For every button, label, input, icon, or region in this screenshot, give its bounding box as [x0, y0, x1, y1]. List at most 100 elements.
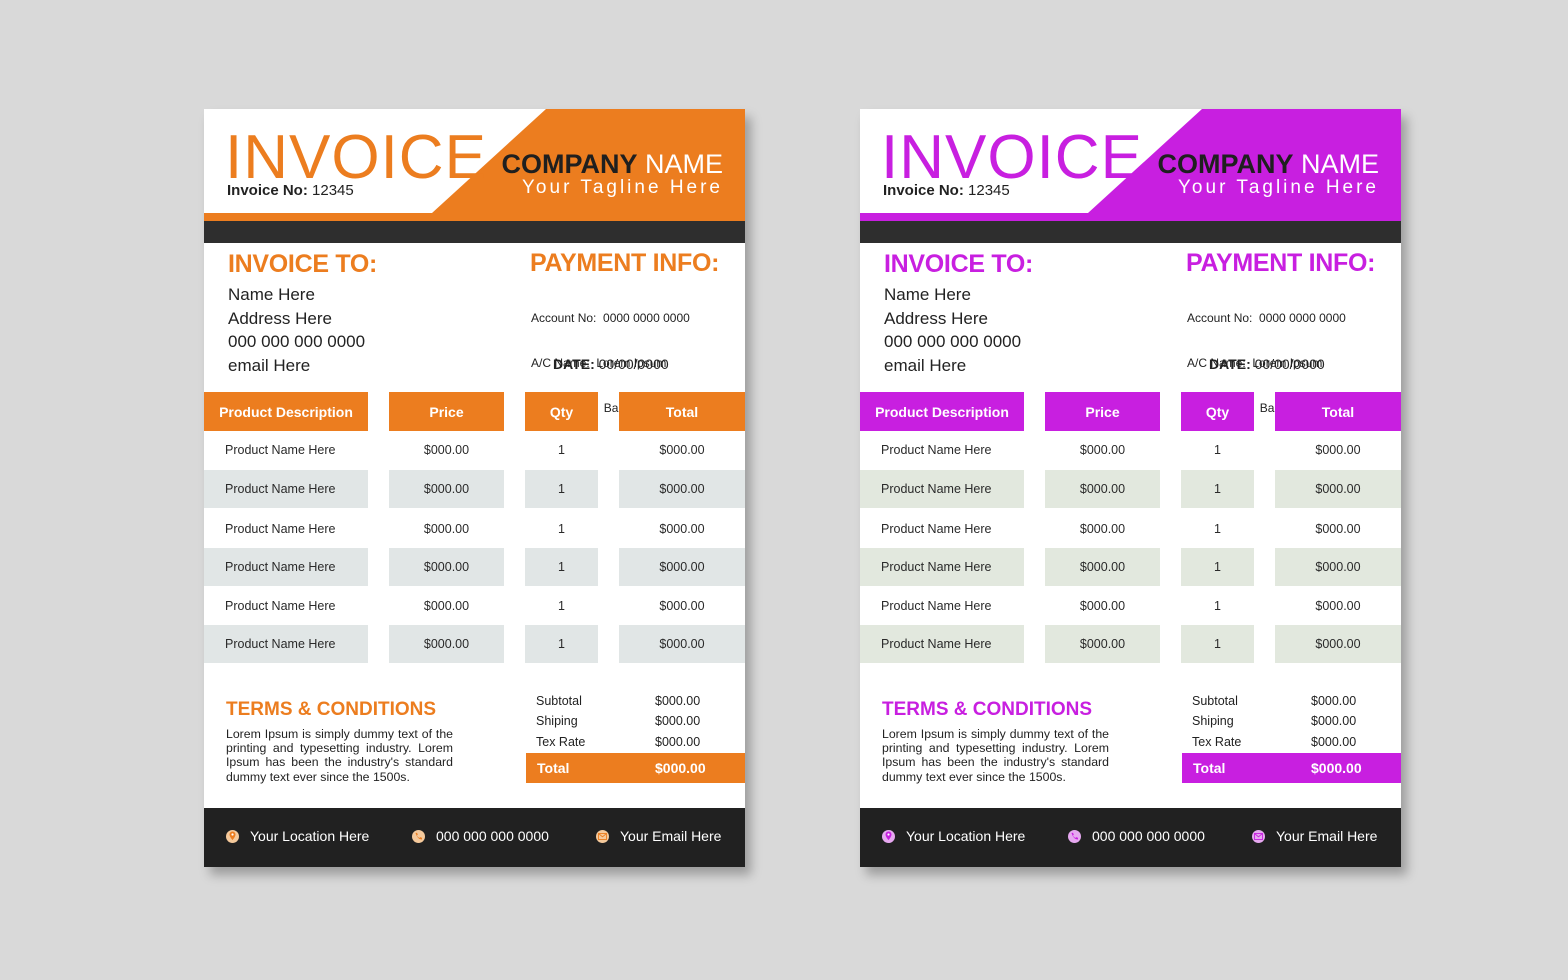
- total-cell: $000.00: [659, 599, 705, 613]
- footer-email-text: Your Email Here: [620, 828, 722, 844]
- total-cell: $000.00: [1275, 548, 1401, 586]
- contact-footer: Your Location Here 000 000 000 0000 Your…: [860, 808, 1401, 867]
- subtotal-value: $000.00: [655, 694, 701, 708]
- invoice-number-label: Invoice No:: [883, 182, 964, 199]
- price-cell: $000.00: [1045, 548, 1160, 586]
- column-header-description: Product Description: [860, 392, 1024, 431]
- client-name: Name Here: [884, 285, 971, 304]
- total-cell: $000.00: [619, 625, 745, 663]
- footer-phone-text: 000 000 000 0000: [1092, 828, 1205, 844]
- total-cell: $000.00: [659, 443, 705, 457]
- total-cell: $000.00: [1315, 443, 1361, 457]
- contact-footer: Your Location Here 000 000 000 0000 Your…: [204, 808, 745, 867]
- grand-total-bar: Total $000.00: [526, 753, 745, 783]
- client-name: Name Here: [228, 285, 315, 304]
- product-name-cell: Product Name Here: [860, 625, 1024, 663]
- company-tagline: Your Tagline Here: [1178, 177, 1379, 198]
- product-name-cell: Product Name Here: [881, 599, 992, 613]
- total-cell: $000.00: [1275, 625, 1401, 663]
- product-name-cell: Product Name Here: [881, 443, 992, 457]
- product-name-cell: Product Name Here: [225, 443, 336, 457]
- invoice-card-orange: INVOICE Invoice No: 12345 COMPANY NAME Y…: [204, 109, 745, 867]
- qty-cell: 1: [558, 443, 565, 457]
- qty-cell: 1: [1214, 443, 1221, 457]
- tax-label: Tex Rate: [536, 735, 586, 749]
- shipping-value: $000.00: [655, 714, 701, 728]
- invoice-card-purple: INVOICE Invoice No: 12345 COMPANY NAME Y…: [860, 109, 1401, 867]
- footer-phone-text: 000 000 000 0000: [436, 828, 549, 844]
- account-number: Account No: 0000 0000 0000: [1187, 311, 1346, 325]
- total-cell: $000.00: [1315, 599, 1361, 613]
- invoice-to-title: INVOICE TO:: [228, 250, 378, 278]
- product-name-cell: Product Name Here: [881, 522, 992, 536]
- header-dark-band: [860, 221, 1401, 243]
- footer-email: Your Email Here: [1252, 828, 1377, 844]
- footer-location-text: Your Location Here: [250, 828, 370, 844]
- qty-cell: 1: [525, 548, 598, 586]
- qty-cell: 1: [1181, 470, 1254, 508]
- price-cell: $000.00: [389, 625, 504, 663]
- price-cell: $000.00: [389, 470, 504, 508]
- date-value: 00/00/0000: [1254, 356, 1325, 372]
- price-cell: $000.00: [423, 443, 470, 457]
- payment-info-title: PAYMENT INFO:: [1186, 249, 1376, 277]
- date-label: DATE:: [553, 356, 595, 372]
- qty-cell: 1: [525, 625, 598, 663]
- price-cell: $000.00: [423, 599, 470, 613]
- company-tagline: Your Tagline Here: [522, 177, 723, 198]
- invoice-number: Invoice No: 12345: [883, 182, 1010, 199]
- tax-value: $000.00: [655, 735, 701, 749]
- price-cell: $000.00: [1079, 522, 1126, 536]
- price-cell: $000.00: [1079, 599, 1126, 613]
- date-value: 00/00/0000: [598, 356, 669, 372]
- tax-value: $000.00: [1311, 735, 1357, 749]
- invoice-number-value: 12345: [968, 182, 1010, 199]
- invoice-number-label: Invoice No:: [227, 182, 308, 199]
- invoice-to-details: Name Here Address Here 000 000 000 0000 …: [228, 283, 365, 377]
- column-header-description: Product Description: [204, 392, 368, 431]
- total-cell: $000.00: [1275, 470, 1401, 508]
- qty-cell: 1: [1214, 522, 1221, 536]
- company-name-light: NAME: [1300, 149, 1379, 179]
- phone-icon: [1068, 829, 1081, 843]
- total-cell: $000.00: [619, 470, 745, 508]
- qty-cell: 1: [558, 522, 565, 536]
- qty-cell: 1: [1181, 625, 1254, 663]
- grand-total-value: $000.00: [655, 760, 706, 776]
- grand-total-label: Total: [537, 760, 570, 776]
- subtotal-label: Subtotal: [536, 694, 582, 708]
- price-cell: $000.00: [1045, 625, 1160, 663]
- qty-cell: 1: [1214, 599, 1221, 613]
- invoice-to-details: Name Here Address Here 000 000 000 0000 …: [884, 283, 1021, 377]
- company-name: COMPANY NAME: [501, 149, 723, 179]
- email-icon: [596, 829, 609, 843]
- client-phone: 000 000 000 0000: [884, 332, 1022, 351]
- shipping-value: $000.00: [1311, 714, 1357, 728]
- qty-cell: 1: [558, 599, 565, 613]
- column-header-price: Price: [1045, 392, 1160, 431]
- tax-label: Tex Rate: [1192, 735, 1242, 749]
- subtotal-value: $000.00: [1311, 694, 1357, 708]
- total-cell: $000.00: [659, 522, 705, 536]
- subtotal-label: Subtotal: [1192, 694, 1238, 708]
- payment-info-title: PAYMENT INFO:: [530, 249, 720, 277]
- footer-email: Your Email Here: [596, 828, 721, 844]
- column-header-price: Price: [389, 392, 504, 431]
- qty-cell: 1: [525, 470, 598, 508]
- grand-total-label: Total: [1193, 760, 1226, 776]
- account-number: Account No: 0000 0000 0000: [531, 311, 690, 325]
- terms-title: TERMS & CONDITIONS: [882, 699, 1093, 720]
- company-name-bold: COMPANY: [1157, 149, 1294, 179]
- total-cell: $000.00: [1315, 522, 1361, 536]
- price-cell: $000.00: [1045, 470, 1160, 508]
- column-header-total: Total: [619, 392, 745, 431]
- column-header-qty: Qty: [525, 392, 598, 431]
- invoice-to-title: INVOICE TO:: [884, 250, 1034, 278]
- client-email: email Here: [228, 355, 311, 375]
- footer-location: Your Location Here: [882, 828, 1025, 844]
- invoice-number: Invoice No: 12345: [227, 182, 354, 199]
- client-phone: 000 000 000 0000: [228, 332, 366, 351]
- date-label: DATE:: [1209, 356, 1251, 372]
- product-name-cell: Product Name Here: [225, 599, 336, 613]
- invoice-header: INVOICE Invoice No: 12345 COMPANY NAME Y…: [204, 109, 745, 243]
